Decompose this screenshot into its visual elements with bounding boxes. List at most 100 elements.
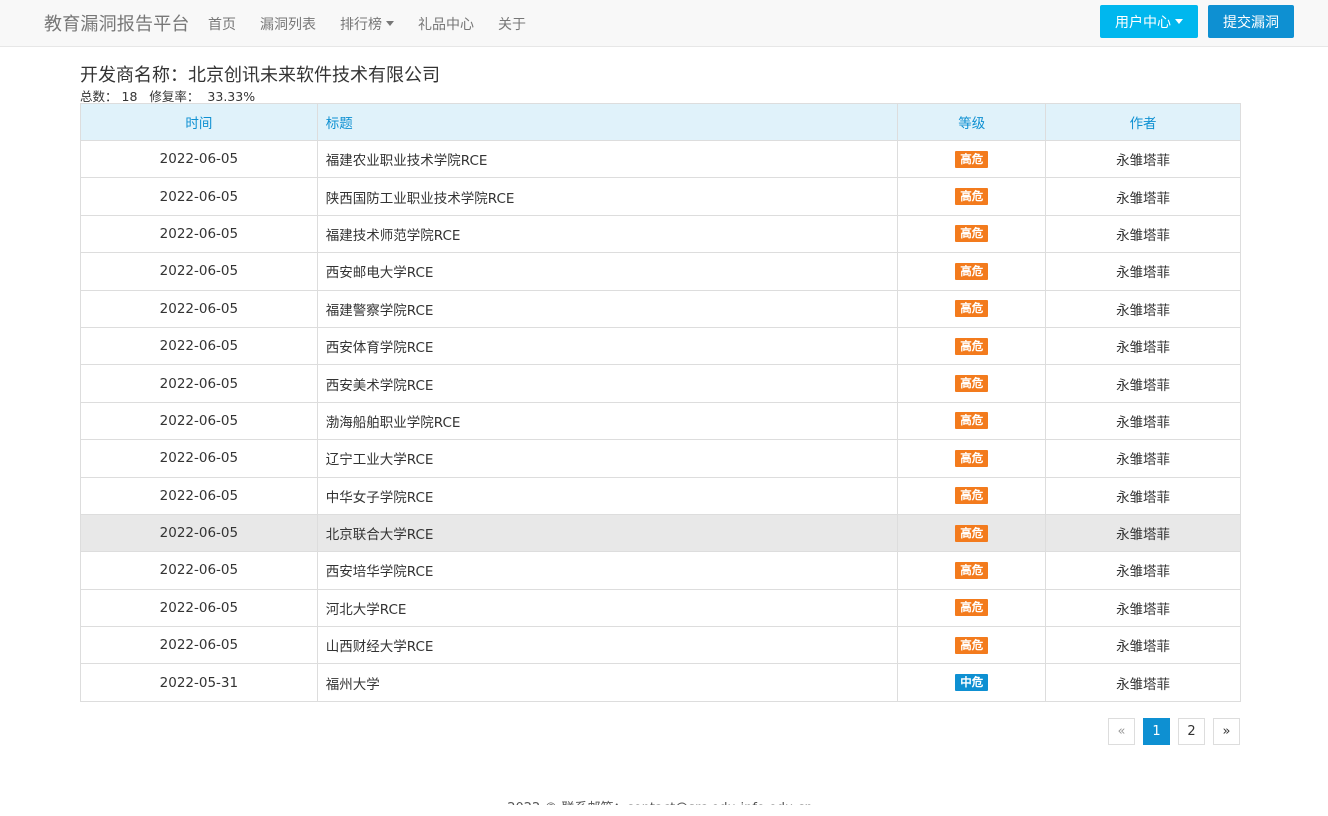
row-title-link[interactable]: 河北大学RCE — [326, 602, 407, 618]
row-author[interactable]: 永雏塔菲 — [1045, 177, 1241, 216]
row-level-cell: 高危 — [897, 439, 1047, 478]
row-title-link[interactable]: 陕西国防工业职业技术学院RCE — [326, 191, 515, 207]
row-time: 2022-06-05 — [80, 177, 318, 216]
nav-vuln-list[interactable]: 漏洞列表 — [260, 14, 316, 34]
header-title: 标题 — [316, 103, 899, 141]
row-title-link[interactable]: 福建农业职业技术学院RCE — [326, 153, 488, 169]
table-row: 2022-06-05 渤海船舶职业学院RCE 高危 永雏塔菲 — [80, 401, 1241, 441]
severity-badge: 高危 — [955, 561, 989, 579]
row-time: 2022-06-05 — [80, 214, 318, 254]
row-author[interactable]: 永雏塔菲 — [1045, 476, 1241, 515]
table-row: 2022-06-05 陕西国防工业职业技术学院RCE 高危 永雏塔菲 — [80, 177, 1241, 216]
row-title-link[interactable]: 福建技术师范学院RCE — [326, 228, 461, 244]
row-title-cell: 西安体育学院RCE — [316, 326, 899, 366]
nav-vuln-list-label: 漏洞列表 — [260, 16, 316, 33]
user-center-button[interactable]: 用户中心 — [1100, 5, 1198, 38]
vuln-table: 时间 标题 等级 作者 2022-06-05 福建农业职业技术学院RCE 高危 永雏塔… — [80, 103, 1241, 702]
row-time: 2022-06-05 — [80, 326, 318, 366]
table-body: 2022-06-05 福建农业职业技术学院RCE 高危 永雏塔菲 2022-06-05 陕… — [80, 139, 1241, 702]
row-author[interactable]: 永雏塔菲 — [1045, 439, 1241, 478]
table-row: 2022-06-05 福建技术师范学院RCE 高危 永雏塔菲 — [80, 214, 1241, 254]
row-title-link[interactable]: 西安体育学院RCE — [326, 340, 434, 356]
nav-ranking-dropdown[interactable]: 排行榜 — [340, 14, 394, 34]
row-level-cell: 高危 — [897, 252, 1047, 291]
severity-badge: 高危 — [955, 188, 989, 206]
nav-ranking-label: 排行榜 — [340, 16, 382, 33]
row-title-link[interactable]: 福州大学 — [326, 677, 380, 693]
page-1-button[interactable]: 1 — [1143, 718, 1170, 745]
row-title-link[interactable]: 福建警察学院RCE — [326, 303, 434, 319]
vendor-title: 开发商名称：北京创讯未来软件技术有限公司 — [80, 65, 440, 86]
row-title-cell: 辽宁工业大学RCE — [316, 439, 899, 478]
row-level-cell: 高危 — [897, 214, 1047, 254]
row-title-cell: 陕西国防工业职业技术学院RCE — [316, 177, 899, 216]
row-time: 2022-06-05 — [80, 439, 318, 478]
row-level-cell: 高危 — [897, 551, 1047, 590]
row-author[interactable]: 永雏塔菲 — [1045, 513, 1241, 553]
row-level-cell: 高危 — [897, 326, 1047, 366]
row-author[interactable]: 永雏塔菲 — [1045, 626, 1241, 665]
page-next-button[interactable]: » — [1213, 718, 1240, 745]
nav-home[interactable]: 首页 — [208, 14, 236, 34]
row-author[interactable]: 永雏塔菲 — [1045, 401, 1241, 441]
row-author[interactable]: 永雏塔菲 — [1045, 551, 1241, 590]
row-title-link[interactable]: 中华女子学院RCE — [326, 490, 434, 506]
row-author[interactable]: 永雏塔菲 — [1045, 289, 1241, 328]
row-title-cell: 西安美术学院RCE — [316, 364, 899, 403]
total-label: 总数： — [80, 89, 118, 104]
table-row: 2022-06-05 西安体育学院RCE 高危 永雏塔菲 — [80, 326, 1241, 366]
nav-gift-center-label: 礼品中心 — [418, 16, 474, 33]
row-author[interactable]: 永雏塔菲 — [1045, 588, 1241, 628]
row-title-link[interactable]: 渤海船舶职业学院RCE — [326, 415, 461, 431]
severity-badge: 高危 — [955, 150, 989, 168]
row-author[interactable]: 永雏塔菲 — [1045, 139, 1241, 179]
page-prev-button[interactable]: « — [1108, 718, 1135, 745]
row-title-link[interactable]: 西安美术学院RCE — [326, 378, 434, 394]
main-nav: 首页 漏洞列表 排行榜 礼品中心 关于 — [208, 0, 550, 47]
row-author[interactable]: 永雏塔菲 — [1045, 252, 1241, 291]
nav-about-label: 关于 — [498, 16, 526, 33]
row-title-cell: 福州大学 — [316, 663, 899, 702]
row-title-cell: 西安邮电大学RCE — [316, 252, 899, 291]
severity-badge: 中危 — [955, 674, 989, 692]
row-title-link[interactable]: 山西财经大学RCE — [326, 639, 434, 655]
row-title-link[interactable]: 辽宁工业大学RCE — [326, 452, 434, 468]
row-title-cell: 北京联合大学RCE — [316, 513, 899, 553]
table-row: 2022-06-05 中华女子学院RCE 高危 永雏塔菲 — [80, 476, 1241, 515]
caret-down-icon — [386, 21, 394, 26]
severity-badge: 高危 — [955, 599, 989, 617]
row-level-cell: 高危 — [897, 513, 1047, 553]
header-time: 时间 — [80, 103, 318, 141]
nav-about[interactable]: 关于 — [498, 14, 526, 34]
severity-badge: 高危 — [955, 337, 989, 355]
row-time: 2022-06-05 — [80, 401, 318, 441]
row-title-link[interactable]: 北京联合大学RCE — [326, 527, 434, 543]
severity-badge: 高危 — [955, 487, 989, 505]
table-row: 2022-06-05 辽宁工业大学RCE 高危 永雏塔菲 — [80, 439, 1241, 478]
row-author[interactable]: 永雏塔菲 — [1045, 214, 1241, 254]
total-count: 18 — [121, 89, 138, 104]
row-time: 2022-06-05 — [80, 551, 318, 590]
severity-badge: 高危 — [955, 225, 989, 243]
row-title-link[interactable]: 西安邮电大学RCE — [326, 265, 434, 281]
row-time: 2022-06-05 — [80, 364, 318, 403]
row-time: 2022-06-05 — [80, 139, 318, 179]
row-level-cell: 高危 — [897, 139, 1047, 179]
page-2-button[interactable]: 2 — [1178, 718, 1205, 745]
table-row: 2022-06-05 北京联合大学RCE 高危 永雏塔菲 — [80, 513, 1241, 553]
row-time: 2022-06-05 — [80, 289, 318, 328]
severity-badge: 高危 — [955, 375, 989, 393]
brand-title[interactable]: 教育漏洞报告平台 — [44, 10, 190, 36]
submit-vuln-button[interactable]: 提交漏洞 — [1208, 5, 1294, 38]
row-author[interactable]: 永雏塔菲 — [1045, 364, 1241, 403]
row-time: 2022-06-05 — [80, 476, 318, 515]
row-title-cell: 河北大学RCE — [316, 588, 899, 628]
table-row: 2022-06-05 西安培华学院RCE 高危 永雏塔菲 — [80, 551, 1241, 590]
nav-gift-center[interactable]: 礼品中心 — [418, 14, 474, 34]
footer: 2022 © 联系邮箱：contact@src.edu-info.edu.cn — [0, 796, 1320, 805]
row-time: 2022-06-05 — [80, 252, 318, 291]
row-title-link[interactable]: 西安培华学院RCE — [326, 564, 434, 580]
row-author[interactable]: 永雏塔菲 — [1045, 326, 1241, 366]
row-title-cell: 福建农业职业技术学院RCE — [316, 139, 899, 179]
row-author[interactable]: 永雏塔菲 — [1045, 663, 1241, 702]
